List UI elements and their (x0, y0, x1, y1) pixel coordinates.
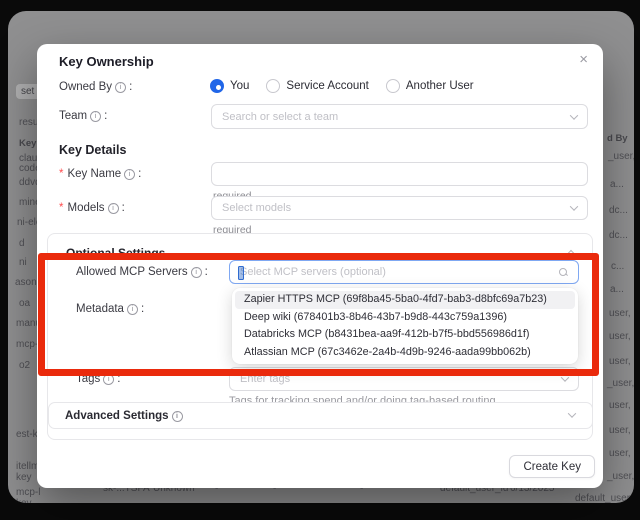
mcp-option-atlassian[interactable]: Atlassian MCP (67c3462e-2a4b-4d9b-9246-a… (235, 344, 575, 362)
create-key-button[interactable]: Create Key (509, 455, 595, 478)
chevron-down-icon (570, 202, 578, 210)
advanced-settings-heading-text: Advanced Settings (65, 410, 169, 422)
radio-label: Another User (406, 80, 474, 92)
bg-table-cell: default_user, (575, 493, 632, 503)
search-icon (559, 268, 568, 277)
bg-fragment: mcp-l (16, 487, 40, 498)
chevron-down-icon (570, 111, 578, 119)
bg-fragment: o2 (19, 360, 30, 371)
text-caret (238, 266, 244, 280)
bg-fragment: dc... (609, 230, 628, 241)
bg-fragment: c... (611, 261, 624, 272)
colon: : (122, 202, 125, 214)
advanced-settings-card[interactable]: Advanced Settings i (48, 402, 593, 429)
bg-fragment: dc... (609, 205, 628, 216)
bg-fragment: _user, (607, 471, 634, 482)
colon: : (129, 81, 132, 93)
mcp-servers-placeholder: Select MCP servers (optional) (240, 266, 559, 278)
team-placeholder: Search or select a team (222, 111, 571, 123)
metadata-label: Metadata i : (76, 303, 144, 315)
optional-settings-heading[interactable]: Optional Settings (66, 246, 165, 260)
bg-fragment: user, (609, 400, 631, 411)
modal-title: Key Ownership (59, 54, 154, 69)
tags-label-text: Tags (76, 373, 100, 385)
bg-fragment: oa (19, 298, 30, 309)
radio-dot-icon (386, 79, 400, 93)
mcp-servers-label-text: Allowed MCP Servers (76, 266, 188, 278)
info-icon: i (115, 82, 126, 93)
mcp-option-deep-wiki[interactable]: Deep wiki (678401b3-8b46-43b7-b9d8-443c7… (235, 309, 575, 327)
radio-label: You (230, 80, 249, 92)
bg-fragment: user, (609, 331, 631, 342)
colon: : (117, 373, 120, 385)
key-name-input[interactable] (211, 162, 588, 186)
info-icon: i (191, 267, 202, 278)
colon: : (205, 266, 208, 278)
mcp-servers-input[interactable]: Select MCP servers (optional) (229, 260, 579, 284)
info-icon: i (172, 411, 183, 422)
bg-fragment: est-k (16, 429, 38, 440)
radio-service-account[interactable]: Service Account (266, 79, 368, 93)
create-key-modal: Key Ownership × Owned By i : You Service… (37, 44, 603, 488)
mcp-servers-dropdown: Zapier HTTPS MCP (69f8ba45-5ba0-4fd7-bab… (232, 288, 578, 364)
bg-fragment: user, (609, 425, 631, 436)
mcp-servers-label: Allowed MCP Servers i : (76, 266, 208, 278)
close-icon[interactable]: × (579, 52, 588, 67)
info-icon: i (90, 111, 101, 122)
radio-label: Service Account (286, 80, 368, 92)
bg-fragment: a... (610, 284, 624, 295)
bg-fragment: _user, (607, 378, 634, 389)
team-label: Team i : (59, 110, 107, 122)
required-star: * (59, 202, 63, 214)
models-select[interactable]: Select models (211, 196, 588, 220)
advanced-settings-heading: Advanced Settings i (65, 410, 183, 422)
colon: : (138, 168, 141, 180)
bg-fragment: key (16, 498, 32, 503)
chevron-down-icon (561, 373, 569, 381)
bg-fragment: a... (610, 179, 624, 190)
key-details-heading: Key Details (59, 143, 126, 157)
info-icon: i (108, 203, 119, 214)
tags-placeholder: Enter tags (240, 373, 562, 385)
chevron-down-icon (568, 409, 576, 417)
radio-dot-icon (210, 79, 224, 93)
tags-input[interactable]: Enter tags (229, 367, 579, 391)
metadata-label-text: Metadata (76, 303, 124, 315)
models-label: * Models i : (59, 202, 125, 214)
models-label-text: Models (67, 202, 104, 214)
mcp-option-zapier[interactable]: Zapier HTTPS MCP (69f8ba45-5ba0-4fd7-bab… (235, 291, 575, 309)
bg-fragment: user, (609, 448, 631, 459)
info-icon: i (127, 304, 138, 315)
bg-fragment: ni (19, 257, 27, 268)
required-star: * (59, 168, 63, 180)
key-name-label-text: Key Name (67, 168, 121, 180)
radio-you[interactable]: You (210, 79, 249, 93)
radio-another-user[interactable]: Another User (386, 79, 474, 93)
info-icon: i (103, 374, 114, 385)
owned-by-label-text: Owned By (59, 81, 112, 93)
models-placeholder: Select models (222, 202, 571, 214)
bg-column-header-fragment: d By (607, 133, 628, 144)
radio-dot-icon (266, 79, 280, 93)
colon: : (104, 110, 107, 122)
info-icon: i (124, 169, 135, 180)
chevron-up-icon[interactable] (567, 250, 575, 258)
bg-fragment: _user, (608, 151, 634, 162)
screenshot-frame: set F result Key A claude code- ddvd min… (0, 0, 640, 520)
bg-fragment: key (16, 472, 32, 483)
tags-label: Tags i : (76, 373, 121, 385)
bg-fragment: user, (609, 308, 631, 319)
key-name-label: * Key Name i : (59, 168, 141, 180)
owned-by-radio-group: You Service Account Another User (210, 79, 474, 93)
bg-fragment: d (19, 238, 25, 249)
bg-fragment: user, (609, 356, 631, 367)
owned-by-label: Owned By i : (59, 81, 132, 93)
team-select[interactable]: Search or select a team (211, 104, 588, 129)
team-label-text: Team (59, 110, 87, 122)
mcp-option-databricks[interactable]: Databricks MCP (b8431bea-aa9f-412b-b7f5-… (235, 326, 575, 344)
colon: : (141, 303, 144, 315)
